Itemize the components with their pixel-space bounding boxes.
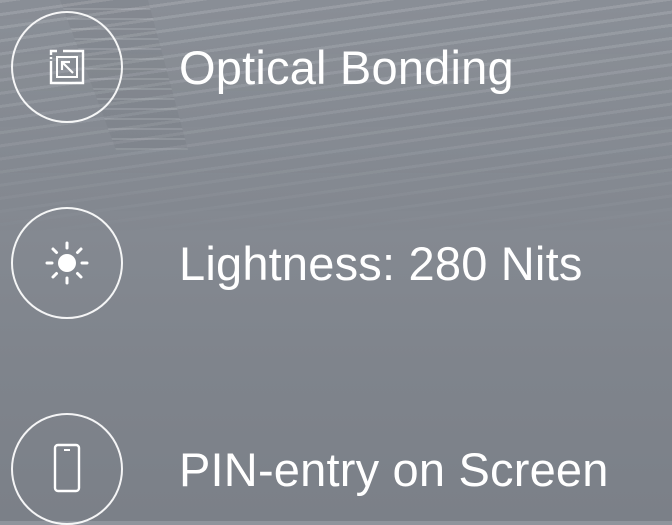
feature-label: PIN-entry on Screen [179, 442, 609, 496]
brightness-sun-icon [11, 207, 123, 319]
feature-pin-entry: PIN-entry on Screen [11, 413, 609, 525]
smartphone-icon [11, 413, 123, 525]
feature-label: Optical Bonding [179, 40, 514, 94]
feature-label: Lightness: 280 Nits [179, 236, 583, 290]
optical-bonding-icon [11, 11, 123, 123]
feature-optical-bonding: Optical Bonding [11, 11, 514, 123]
feature-lightness: Lightness: 280 Nits [11, 207, 583, 319]
